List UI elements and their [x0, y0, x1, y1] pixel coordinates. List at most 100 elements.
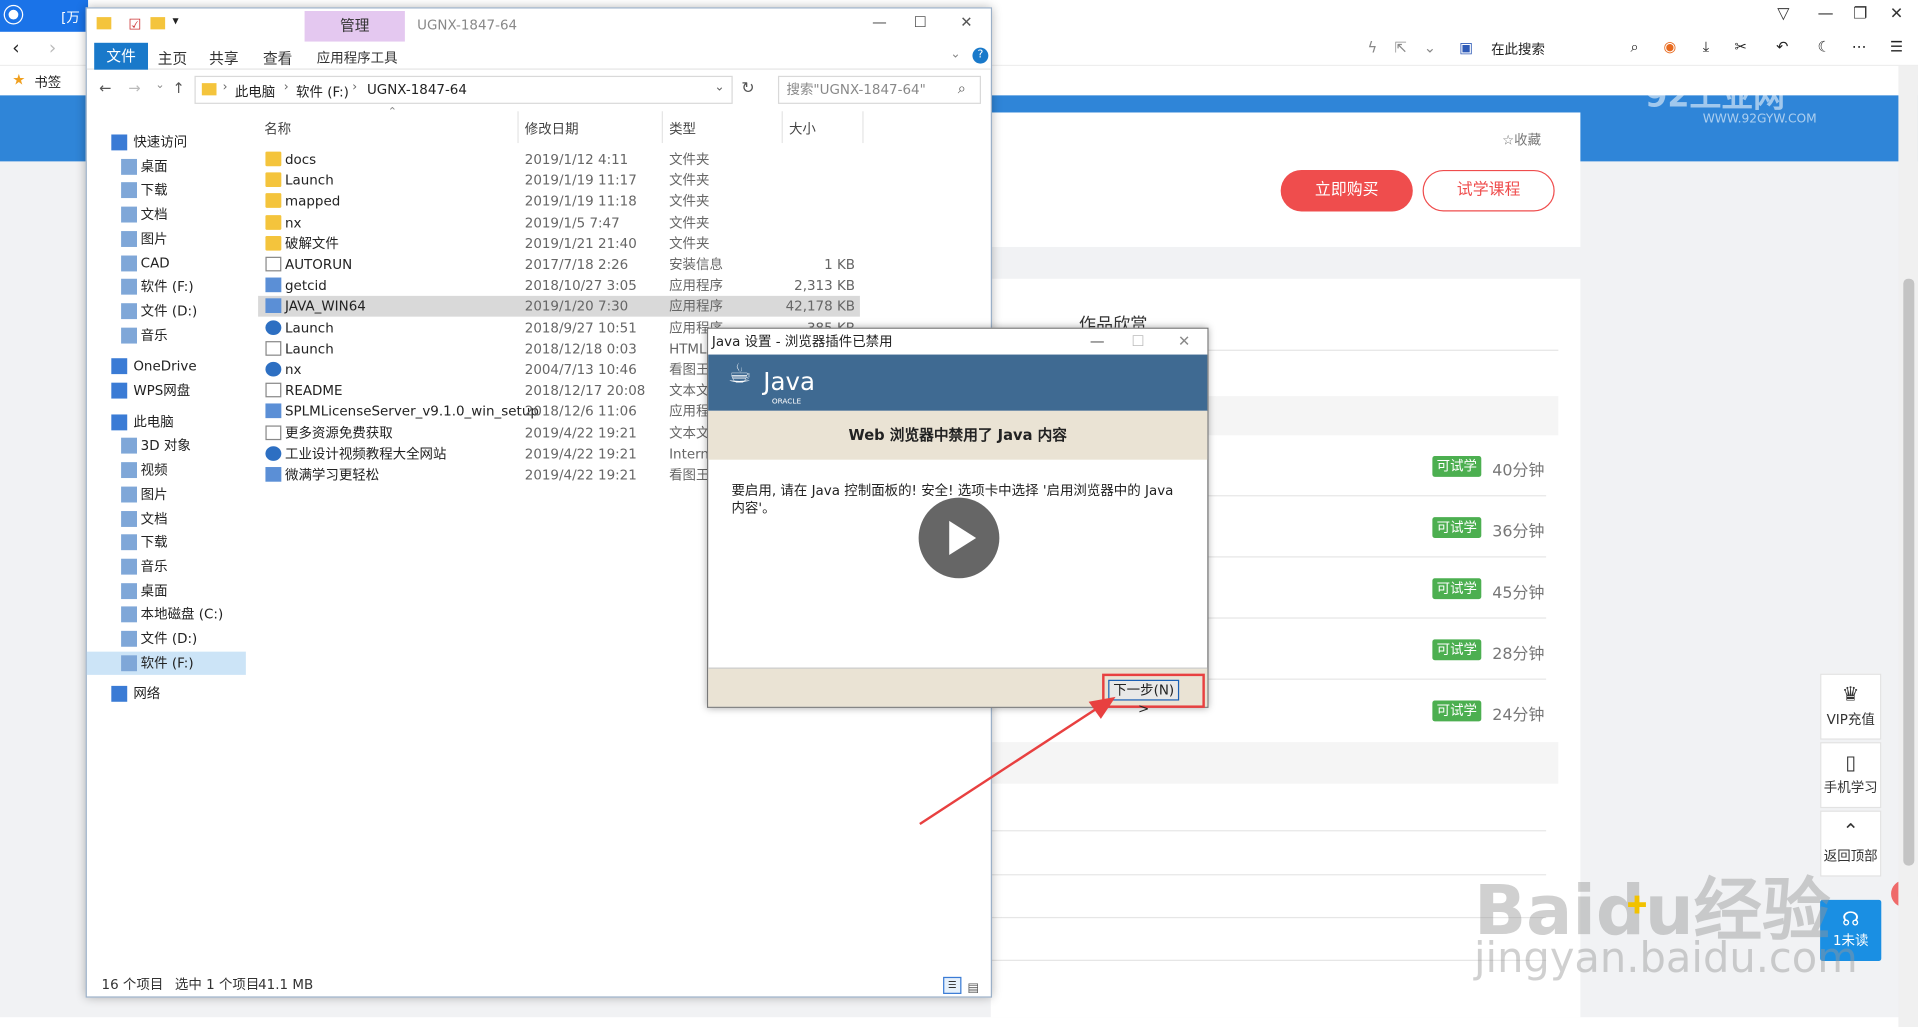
try-badge[interactable]: 可试学 [1432, 639, 1482, 661]
nav-item[interactable]: 此电脑 [87, 410, 246, 433]
nav-item[interactable]: 图片 [87, 227, 246, 250]
java-close-button[interactable]: ✕ [1178, 333, 1190, 350]
nav-item[interactable]: WPS网盘 [87, 379, 246, 402]
properties-icon[interactable]: ☑ [128, 16, 141, 33]
file-row[interactable]: nx 2019/1/5 7:47 文件夹 [258, 212, 860, 233]
nav-item[interactable]: 文件 (D:) [87, 627, 246, 650]
ribbon-view-tab[interactable]: 查看 [263, 48, 292, 69]
minimize-button[interactable]: — [1818, 5, 1834, 23]
share-icon[interactable]: ⇱ [1394, 39, 1406, 56]
search-engine-icon[interactable]: ▣ [1459, 39, 1473, 56]
close-button[interactable]: ✕ [1890, 5, 1903, 23]
nav-item[interactable]: 音乐 [87, 555, 246, 578]
chevron-down-icon[interactable]: ⌄ [1424, 39, 1436, 56]
address-box[interactable]: › 此电脑 › 软件 (F:) › UGNX-1847-64 ⌄ [194, 75, 733, 104]
nav-item[interactable]: 下载 [87, 531, 246, 554]
help-icon[interactable]: ? [972, 47, 989, 64]
manage-tab[interactable]: 管理 [304, 11, 405, 42]
restore-button[interactable]: ❐ [1853, 5, 1867, 23]
quick-access-dropdown-icon[interactable]: ▾ [172, 15, 178, 28]
search-label[interactable]: 在此搜索 [1491, 39, 1545, 59]
ribbon-expand-icon[interactable]: ⌄ [950, 48, 960, 61]
browser-tab[interactable]: [万 [0, 0, 89, 32]
address-dropdown-icon[interactable]: ⌄ [714, 81, 724, 94]
nav-item[interactable]: OneDrive [87, 355, 246, 378]
breadcrumb-item[interactable]: UGNX-1847-64 [367, 82, 467, 98]
nav-item[interactable]: 桌面 [87, 155, 246, 178]
nav-item[interactable]: 本地磁盘 (C:) [87, 603, 246, 626]
undo-icon[interactable]: ↶ [1776, 38, 1788, 55]
file-row[interactable]: AUTORUN 2017/7/18 2:26 安装信息 1 KB [258, 254, 860, 275]
scrollbar-thumb[interactable] [1903, 278, 1915, 866]
search-input[interactable]: 搜索"UGNX-1847-64" [777, 75, 982, 104]
search-icon[interactable]: ⌕ [1631, 38, 1639, 56]
up-arrow-icon[interactable]: ↑ [172, 79, 184, 96]
game-icon[interactable]: ◉ [1664, 38, 1677, 55]
wear-icon[interactable]: ▽ [1777, 5, 1789, 23]
nav-item[interactable]: 桌面 [87, 579, 246, 602]
menu-icon[interactable]: ☰ [1890, 38, 1903, 55]
ribbon-home-tab[interactable]: 主页 [158, 48, 187, 69]
breadcrumb-item[interactable]: 软件 (F:) [296, 82, 349, 102]
flash-icon[interactable]: ϟ [1368, 39, 1378, 56]
try-badge[interactable]: 可试学 [1432, 578, 1482, 600]
trial-button[interactable]: 试学课程 [1422, 169, 1555, 212]
column-separator[interactable] [517, 111, 519, 144]
details-view-icon[interactable]: ☰ [943, 976, 962, 994]
nav-item[interactable]: 3D 对象 [87, 435, 246, 458]
column-separator[interactable] [862, 111, 864, 144]
column-header-type[interactable]: 类型 [669, 119, 696, 139]
try-badge[interactable]: 可试学 [1432, 700, 1482, 722]
refresh-icon[interactable]: ↻ [741, 79, 754, 97]
column-header-size[interactable]: 大小 [789, 119, 816, 139]
search-icon[interactable]: ⌕ [958, 79, 966, 97]
column-header-date[interactable]: 修改日期 [525, 119, 579, 139]
file-row[interactable]: 破解文件 2019/1/21 21:40 文件夹 [258, 233, 860, 254]
file-row[interactable]: mapped 2019/1/19 11:18 文件夹 [258, 191, 860, 212]
explorer-minimize-button[interactable]: — [872, 13, 887, 30]
explorer-close-button[interactable]: ✕ [960, 13, 972, 30]
file-row[interactable]: Launch 2019/1/19 11:17 文件夹 [258, 170, 860, 191]
back-arrow-icon[interactable]: ← [99, 79, 111, 96]
site-logo[interactable]: 92工业网 [1645, 71, 1785, 116]
explorer-maximize-button[interactable]: ☐ [914, 13, 927, 30]
back-icon[interactable]: ‹ [12, 37, 19, 59]
nav-item[interactable]: 文件 (D:) [87, 299, 246, 322]
night-mode-icon[interactable]: ☾ [1818, 38, 1831, 55]
forward-icon[interactable]: › [49, 37, 56, 59]
ribbon-share-tab[interactable]: 共享 [209, 48, 238, 69]
nav-item[interactable]: 软件 (F:) [86, 651, 246, 675]
nav-item[interactable]: 视频 [87, 459, 246, 482]
ribbon-file-tab[interactable]: 文件 [94, 42, 149, 70]
new-folder-icon[interactable] [150, 17, 166, 30]
nav-item[interactable]: 下载 [87, 179, 246, 202]
tiles-view-icon[interactable]: ▤ [968, 978, 980, 1000]
mobile-study-button[interactable]: ▯ 手机学习 [1820, 742, 1882, 809]
nav-item[interactable]: 软件 (F:) [87, 275, 246, 298]
buy-button[interactable]: 立即购买 [1280, 169, 1413, 212]
nav-item[interactable]: CAD [87, 251, 246, 274]
try-badge[interactable]: 可试学 [1432, 456, 1482, 477]
java-minimize-button[interactable]: — [1090, 333, 1105, 350]
nav-item[interactable]: 图片 [87, 483, 246, 506]
column-separator[interactable] [661, 111, 663, 144]
download-icon[interactable]: ⤓ [1703, 38, 1709, 56]
nav-item[interactable]: 音乐 [87, 323, 246, 346]
nav-item[interactable]: 快速访问 [87, 131, 246, 154]
bookmark-label[interactable]: 书签 [34, 72, 61, 92]
try-badge[interactable]: 可试学 [1432, 517, 1482, 538]
breadcrumb-item[interactable]: 此电脑 [235, 82, 275, 102]
java-maximize-button[interactable]: ☐ [1131, 333, 1144, 350]
recent-dropdown-icon[interactable]: ⌄ [155, 79, 164, 91]
video-play-icon[interactable] [918, 497, 1000, 579]
file-row[interactable]: JAVA_WIN64 2019/1/20 7:30 应用程序 42,178 KB [258, 296, 860, 318]
vip-recharge-button[interactable]: ♛ VIP充值 [1820, 673, 1882, 740]
forward-arrow-icon[interactable]: → [128, 79, 140, 96]
nav-item[interactable]: 文档 [87, 203, 246, 226]
ribbon-app-tools-tab[interactable]: 应用程序工具 [317, 48, 398, 68]
file-row[interactable]: getcid 2018/10/27 3:05 应用程序 2,313 KB [258, 275, 860, 296]
file-row[interactable]: docs 2019/1/12 4:11 文件夹 [258, 149, 860, 170]
column-header-name[interactable]: 名称 [264, 119, 291, 139]
column-separator[interactable] [781, 111, 783, 144]
more-icon[interactable]: ⋯ [1852, 38, 1867, 55]
